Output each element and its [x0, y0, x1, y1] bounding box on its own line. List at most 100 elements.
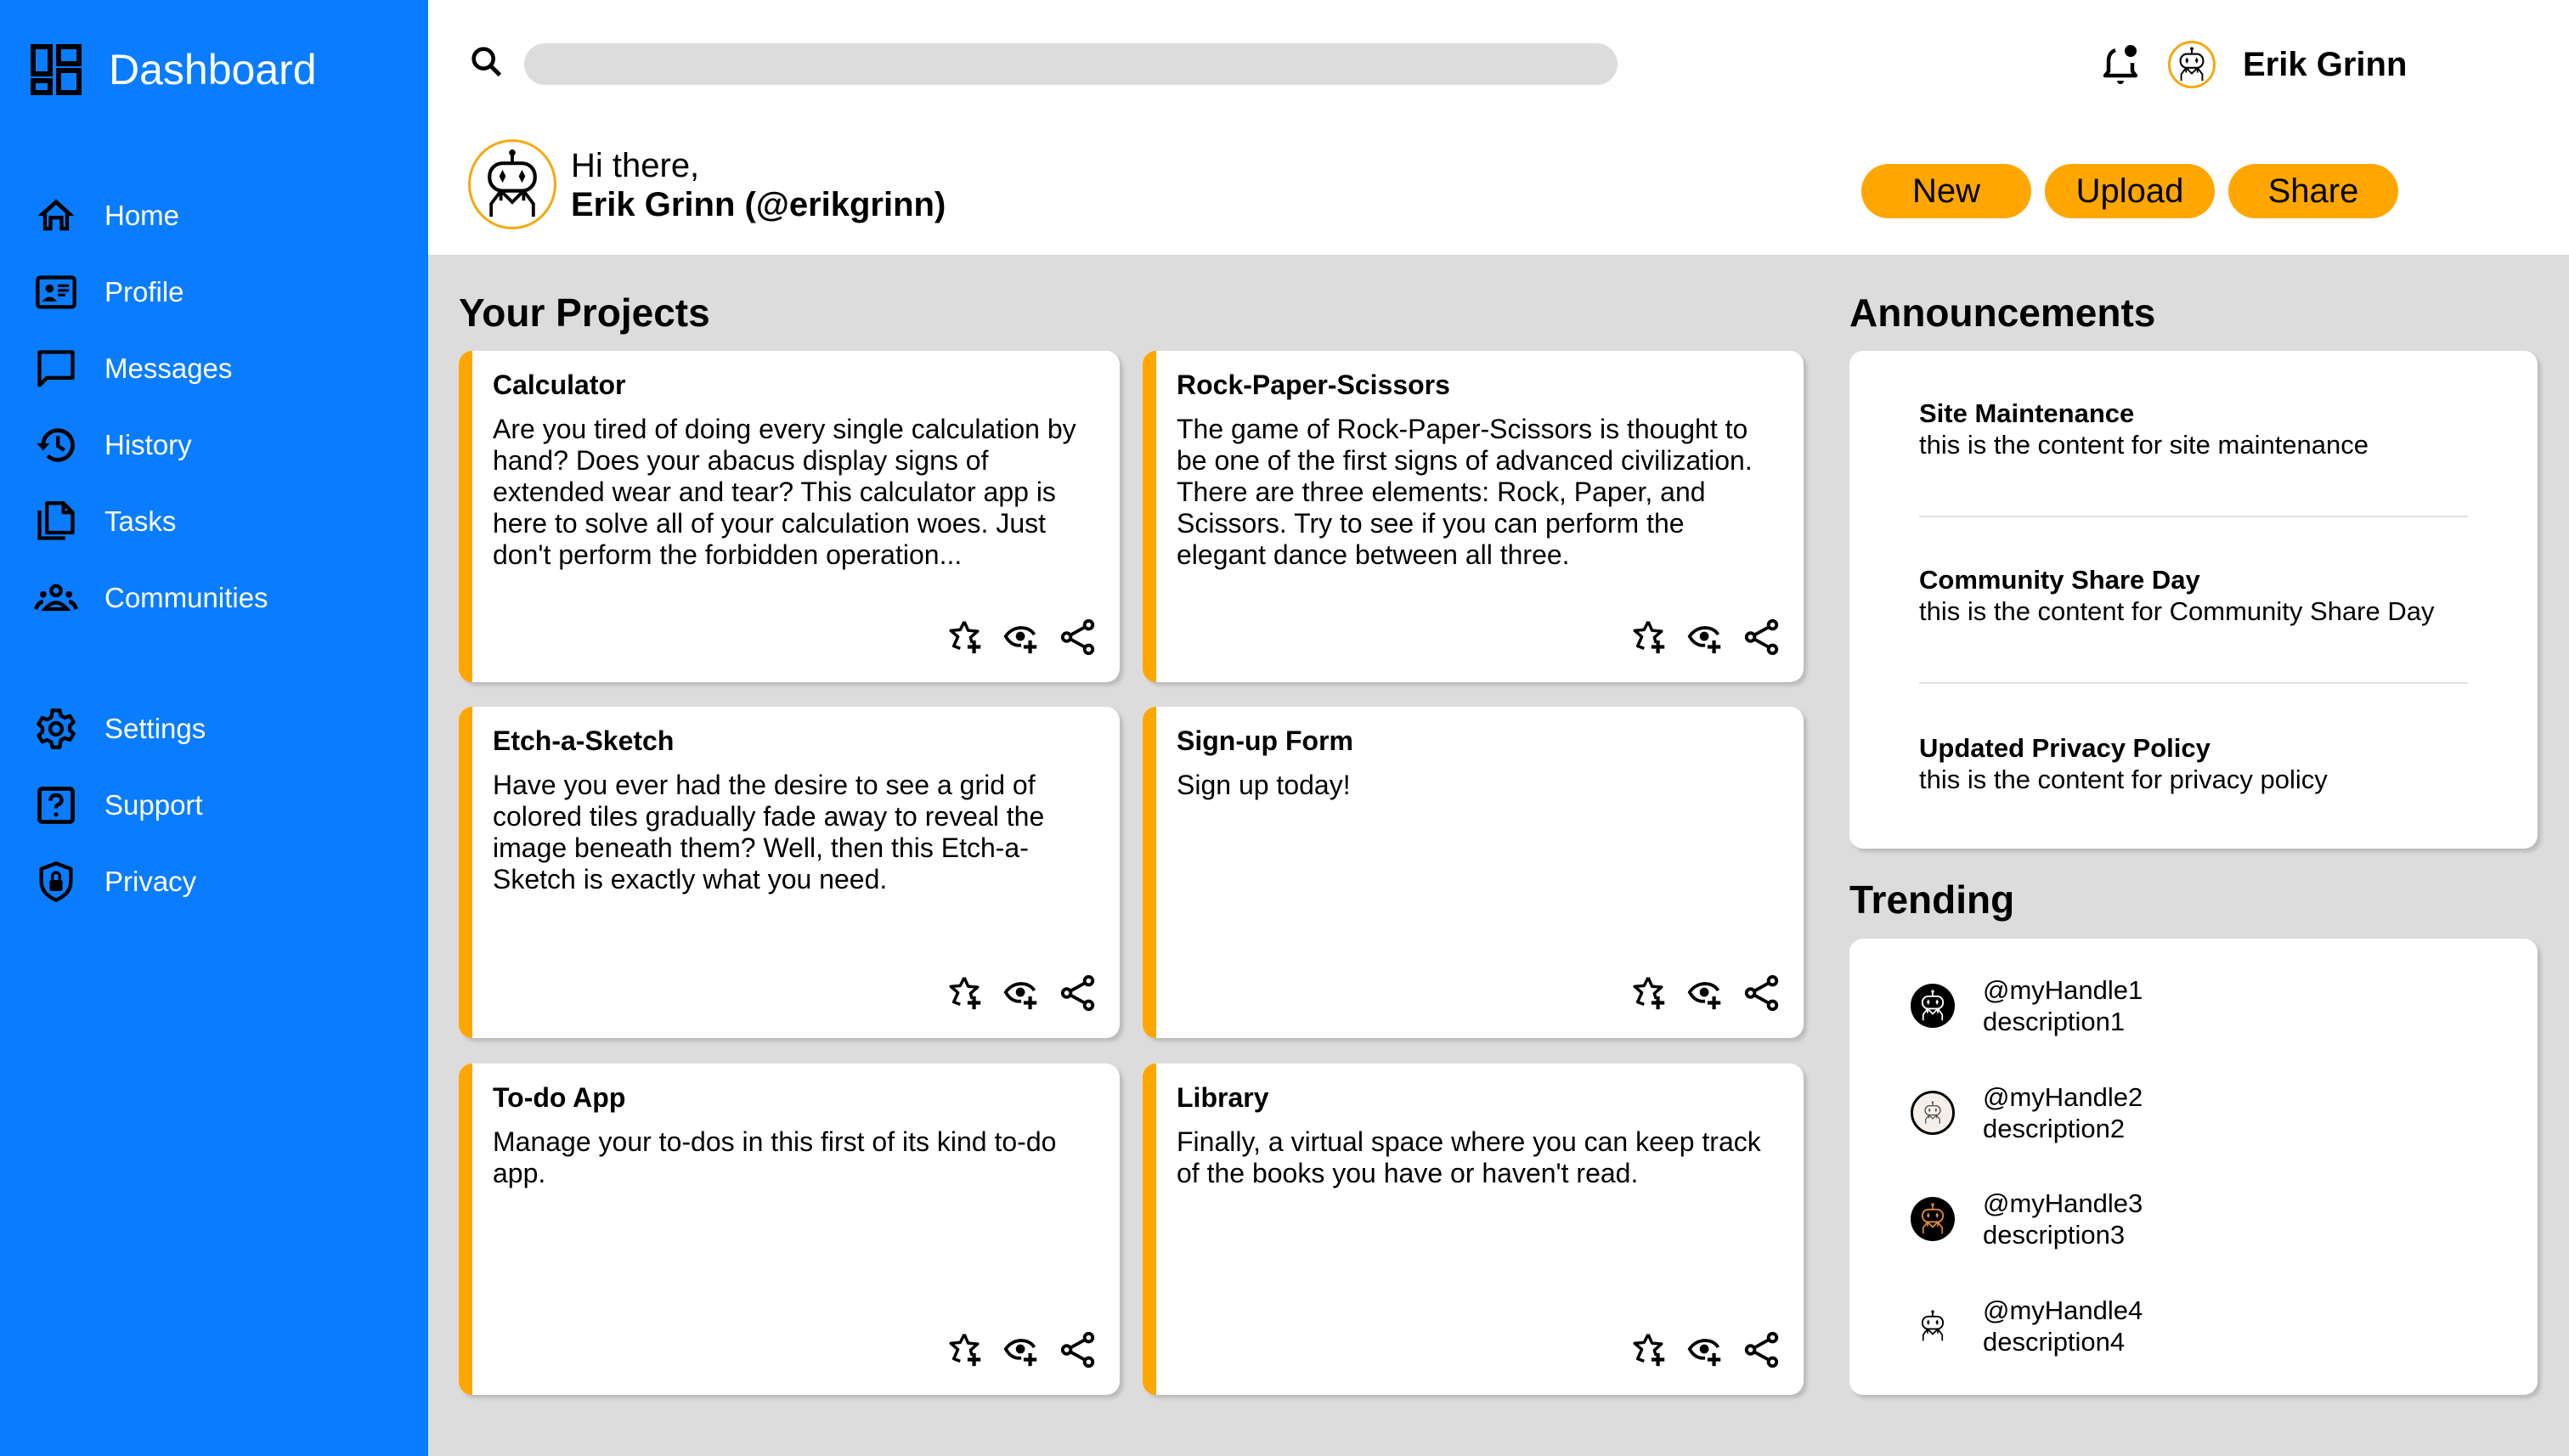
trending-avatar [1911, 1304, 1955, 1348]
star-plus-icon [1630, 618, 1669, 657]
star-plus-icon [1630, 973, 1669, 1013]
project-title: Rock-Paper-Scissors [1177, 370, 1450, 400]
favorite-add-button[interactable] [946, 973, 985, 1013]
sidebar-item-label: Profile [104, 276, 184, 308]
sidebar-item-home[interactable]: Home [34, 190, 179, 241]
sidebar-item-messages[interactable]: Messages [34, 343, 232, 394]
sidebar-item-profile[interactable]: Profile [34, 267, 184, 318]
watch-button[interactable] [1686, 618, 1725, 657]
favorite-add-button[interactable] [946, 618, 985, 657]
sidebar-item-tasks[interactable]: Tasks [34, 496, 176, 547]
notification-bell-icon[interactable] [2100, 42, 2141, 87]
share-project-button[interactable] [1059, 973, 1098, 1013]
watch-button[interactable] [1686, 973, 1725, 1013]
project-card[interactable]: Etch-a-Sketch Have you ever had the desi… [459, 707, 1120, 1038]
watch-button[interactable] [1002, 973, 1042, 1013]
sidebar-item-history[interactable]: History [34, 420, 192, 471]
project-title: Calculator [493, 370, 626, 400]
announcement-item[interactable]: Updated Privacy Policy this is the conte… [1919, 733, 2468, 796]
user-name[interactable]: Erik Grinn [2243, 44, 2407, 85]
greeting-text: Hi there, [571, 147, 700, 184]
trending-avatar [1911, 984, 1955, 1028]
robot-avatar-icon [1917, 990, 1948, 1022]
history-icon [37, 428, 75, 462]
share-project-button[interactable] [1059, 1330, 1098, 1369]
greeting-user-name: Erik Grinn (@erikgrinn) [571, 186, 946, 223]
project-description: Have you ever had the desire to see a gr… [493, 770, 1045, 894]
watch-button[interactable] [1002, 618, 1042, 657]
project-card[interactable]: Library Finally, a virtual space where y… [1143, 1064, 1804, 1395]
share-icon [1059, 618, 1098, 657]
share-icon [1059, 1330, 1098, 1369]
star-plus-icon [946, 618, 985, 657]
announcement-item[interactable]: Community Share Day this is the content … [1919, 565, 2468, 628]
watch-button[interactable] [1686, 1330, 1725, 1369]
new-button[interactable]: New [1861, 164, 2031, 218]
home-icon [37, 199, 75, 231]
project-card[interactable]: Rock-Paper-Scissors The game of Rock-Pap… [1143, 351, 1804, 682]
project-description: Are you tired of doing every single calc… [493, 414, 1076, 570]
share-project-button[interactable] [1742, 618, 1781, 657]
project-title: Etch-a-Sketch [493, 725, 675, 756]
announcement-content: this is the content for Community Share … [1919, 596, 2435, 626]
project-description: Manage your to-dos in this first of its … [493, 1126, 1057, 1188]
projects-title: Your Projects [459, 291, 710, 335]
star-plus-icon [946, 973, 985, 1013]
sidebar-item-support[interactable]: Support [34, 780, 203, 831]
share-project-button[interactable] [1742, 1330, 1781, 1369]
trending-description: description3 [1983, 1220, 2126, 1250]
announcement-title: Community Share Day [1919, 565, 2200, 595]
eye-plus-icon [1686, 1330, 1725, 1369]
sidebar-item-label: Communities [104, 582, 268, 613]
trending-description: description4 [1983, 1327, 2126, 1357]
eye-plus-icon [1002, 1330, 1042, 1369]
brand[interactable]: Dashboard [31, 44, 317, 95]
share-project-button[interactable] [1742, 973, 1781, 1013]
robot-avatar-icon [2174, 47, 2210, 82]
announcement-content: this is the content for site maintenance [1919, 430, 2369, 460]
announcement-content: this is the content for privacy policy [1919, 765, 2328, 794]
project-card[interactable]: To-do App Manage your to-dos in this fir… [459, 1064, 1120, 1395]
share-button[interactable]: Share [2228, 164, 2398, 218]
project-card[interactable]: Calculator Are you tired of doing every … [459, 351, 1120, 682]
share-icon [1059, 973, 1098, 1013]
shield-lock-icon [39, 861, 73, 902]
favorite-add-button[interactable] [946, 1330, 985, 1369]
sidebar-item-label: Home [104, 200, 180, 231]
star-plus-icon [946, 1330, 985, 1369]
sidebar-item-label: Privacy [104, 866, 197, 897]
share-icon [1742, 618, 1781, 657]
trending-handle: @myHandle2 [1983, 1082, 2143, 1112]
favorite-add-button[interactable] [1630, 618, 1669, 657]
sidebar-item-settings[interactable]: Settings [34, 703, 206, 754]
project-card[interactable]: Sign-up Form Sign up today! [1143, 707, 1804, 1038]
search-input[interactable] [524, 43, 1618, 85]
favorite-add-button[interactable] [1630, 973, 1669, 1013]
trending-title: Trending [1849, 878, 2015, 922]
trending-panel: @myHandle1 description1 @myHandle2 descr… [1849, 939, 2538, 1395]
sidebar-item-communities[interactable]: Communities [34, 573, 268, 624]
favorite-add-button[interactable] [1630, 1330, 1669, 1369]
sidebar: Dashboard Home Profile Messages History … [0, 0, 428, 1456]
robot-avatar-icon [1922, 1101, 1944, 1125]
share-project-button[interactable] [1059, 618, 1098, 657]
trending-avatar [1911, 1197, 1955, 1241]
user-avatar[interactable] [2168, 41, 2216, 88]
trending-item[interactable]: @myHandle2 description2 [1911, 1081, 2143, 1144]
upload-button[interactable]: Upload [2045, 164, 2215, 218]
trending-item[interactable]: @myHandle3 description3 [1911, 1188, 2143, 1250]
project-description: Sign up today! [1177, 770, 1351, 800]
announcements-title: Announcements [1849, 291, 2156, 335]
trending-handle: @myHandle1 [1983, 975, 2143, 1005]
project-title: Library [1177, 1082, 1269, 1113]
id-card-icon [36, 275, 76, 309]
trending-description: description2 [1983, 1114, 2126, 1143]
trending-item[interactable]: @myHandle1 description1 [1911, 974, 2143, 1037]
watch-button[interactable] [1002, 1330, 1042, 1369]
trending-item[interactable]: @myHandle4 description4 [1911, 1295, 2143, 1357]
search-icon[interactable] [467, 42, 506, 82]
sidebar-item-label: Settings [104, 713, 206, 744]
divider [1919, 682, 2468, 684]
sidebar-item-privacy[interactable]: Privacy [34, 856, 196, 907]
announcement-item[interactable]: Site Maintenance this is the content for… [1919, 398, 2468, 461]
